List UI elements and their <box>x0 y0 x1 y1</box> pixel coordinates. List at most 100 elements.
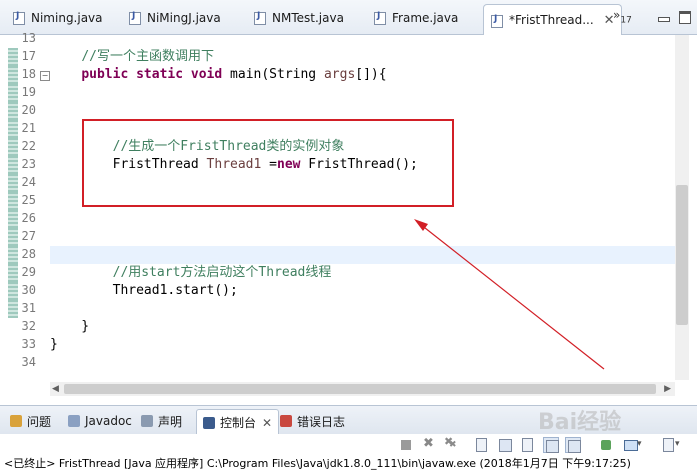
changed-line-marker <box>8 138 18 156</box>
code-token: Thread1.start(); <box>50 283 238 298</box>
editor-tab-bar: Niming.java NiMingJ.java NMTest.java Frame.… <box>0 0 697 35</box>
code-line: //用start方法启动这个Thread线程 <box>50 264 332 282</box>
display-console-icon[interactable] <box>622 437 642 453</box>
changed-line-marker <box>8 300 18 318</box>
close-view-icon[interactable]: ✕ <box>262 416 272 430</box>
view-tab[interactable]: 声明 <box>141 412 182 430</box>
declaration-icon <box>141 415 153 427</box>
terminate-icon[interactable] <box>398 437 414 453</box>
editor-tab[interactable]: Frame.java <box>373 4 458 31</box>
view-tab[interactable]: 错误日志 <box>280 412 345 430</box>
changed-line-marker <box>8 48 18 66</box>
view-tab[interactable]: 问题 <box>10 412 51 430</box>
line-number: 21 <box>21 121 36 135</box>
editor-tab-label: NiMingJ.java <box>147 10 221 25</box>
changed-line-marker <box>8 174 18 192</box>
fold-collapse-icon[interactable]: − <box>40 71 50 81</box>
changed-line-marker <box>8 264 18 282</box>
line-number: 27 <box>21 229 36 243</box>
changed-line-marker <box>8 156 18 174</box>
line-number: 30 <box>21 283 36 297</box>
console-icon <box>203 416 215 429</box>
changed-line-marker <box>8 228 18 246</box>
line-number-gutter: 13 17 18−19 20 21 22 23 24 25 26 27 28 29 30 31 32 33 34 <box>18 31 50 395</box>
line-number: 22 <box>21 139 36 153</box>
editor-tab-label: NMTest.java <box>272 10 344 25</box>
editor-tab[interactable]: NiMingJ.java <box>128 4 221 31</box>
problems-icon <box>10 415 22 427</box>
code-line: Thread1.start(); <box>50 282 238 300</box>
remove-all-launches-icon[interactable] <box>443 435 459 453</box>
code-token: public <box>81 67 129 82</box>
code-line: public static void main(String args[]){ <box>50 66 387 84</box>
console-status-line: <已终止> FristThread [Java 应用程序] C:\Program… <box>4 457 631 470</box>
view-tab-label: 错误日志 <box>297 414 346 429</box>
changed-line-marker <box>8 66 18 84</box>
line-number: 23 <box>21 157 36 171</box>
changed-line-marker <box>8 192 18 210</box>
horizontal-scroll-thumb[interactable] <box>64 384 656 394</box>
remove-launch-icon[interactable] <box>421 436 437 453</box>
clear-console-icon[interactable] <box>473 437 489 453</box>
code-line: } <box>50 336 58 354</box>
changed-line-marker <box>8 84 18 102</box>
minimize-icon[interactable] <box>656 10 670 22</box>
code-token: //写一个主函数调用下 <box>81 49 214 64</box>
line-number: 32 <box>21 319 36 333</box>
line-number: 17 <box>21 49 36 63</box>
line-number: 19 <box>21 85 36 99</box>
open-console-icon[interactable] <box>660 437 680 453</box>
line-number: 29 <box>21 265 36 279</box>
javadoc-icon <box>68 415 80 427</box>
java-file-icon <box>253 11 266 25</box>
line-number: 26 <box>21 211 36 225</box>
code-token: static <box>136 67 184 82</box>
annotation-box <box>82 119 454 207</box>
scroll-left-icon[interactable]: ◀ <box>52 384 59 394</box>
code-line: //写一个主函数调用下 <box>50 48 214 66</box>
pin-console-icon[interactable] <box>598 437 614 453</box>
view-tab[interactable]: Javadoc <box>68 412 132 430</box>
show-console-stderr-icon[interactable] <box>565 437 581 453</box>
changed-line-marker <box>8 120 18 138</box>
java-file-icon <box>12 11 25 25</box>
show-console-stdout-icon[interactable] <box>543 437 559 453</box>
line-number: 24 <box>21 175 36 189</box>
line-number: 31 <box>21 301 36 315</box>
editor-tab[interactable]: Niming.java <box>12 4 103 31</box>
line-number: 13 <box>21 31 36 45</box>
editor-tab[interactable]: *FristThread...✕ <box>483 4 622 35</box>
line-number: 20 <box>21 103 36 117</box>
view-tab-label: Javadoc <box>85 414 132 428</box>
changed-line-marker <box>8 282 18 300</box>
editor-tab[interactable]: NMTest.java <box>253 4 344 31</box>
vertical-scroll-thumb[interactable] <box>676 185 688 325</box>
code-line: } <box>50 318 89 336</box>
editor-vertical-scrollbar[interactable] <box>675 35 689 380</box>
code-token: void <box>190 67 223 82</box>
view-tab[interactable]: 控制台 ✕ <box>196 409 280 435</box>
console-toolbar <box>0 434 697 456</box>
scroll-lock-icon[interactable] <box>497 437 513 453</box>
code-token: main(String <box>222 67 324 82</box>
editor-tab-label: Frame.java <box>392 10 459 25</box>
java-file-icon <box>373 11 386 25</box>
tab-overflow-button[interactable]: »17 <box>613 8 632 25</box>
code-text-area[interactable]: //写一个主函数调用下 public static void main(Stri… <box>50 35 675 395</box>
line-number: 33 <box>21 337 36 351</box>
code-editor[interactable]: 13 17 18−19 20 21 22 23 24 25 26 27 28 29 30 31 32 33 34 … <box>0 31 697 395</box>
changed-line-marker <box>8 102 18 120</box>
word-wrap-icon[interactable] <box>519 437 535 453</box>
watermark-logo: Bai经验 <box>538 410 622 435</box>
editor-horizontal-scrollbar[interactable]: ◀ ▶ <box>50 382 675 396</box>
code-token: []){ <box>355 67 387 82</box>
maximize-icon[interactable] <box>678 10 692 24</box>
tab-overflow-count: 17 <box>620 15 632 26</box>
view-tab-label: 声明 <box>158 414 183 429</box>
line-number: 18 <box>21 67 36 81</box>
scroll-right-icon[interactable]: ▶ <box>664 384 671 394</box>
